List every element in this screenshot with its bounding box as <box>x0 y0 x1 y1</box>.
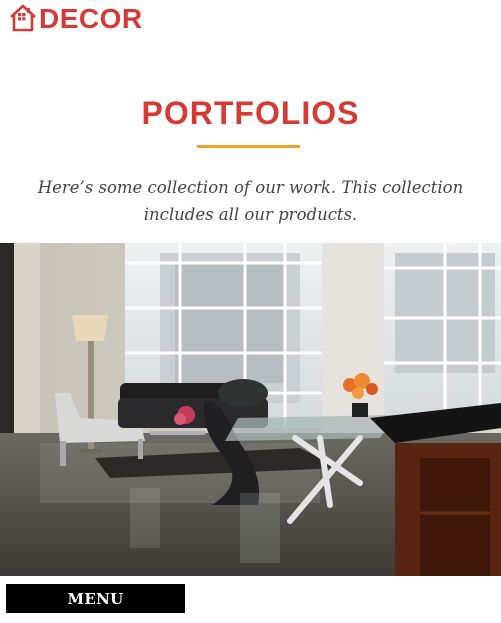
brand-name: DECOR <box>39 3 143 34</box>
page-title: PORTFOLIOS <box>141 95 360 131</box>
portfolio-hero-image <box>0 243 501 576</box>
site-logo[interactable]: DECOR <box>8 2 143 34</box>
menu-button[interactable]: MENU <box>6 584 185 613</box>
intro-text: Here’s some collection of our work. This… <box>37 178 464 224</box>
house-icon <box>10 4 36 32</box>
title-divider <box>197 145 300 148</box>
